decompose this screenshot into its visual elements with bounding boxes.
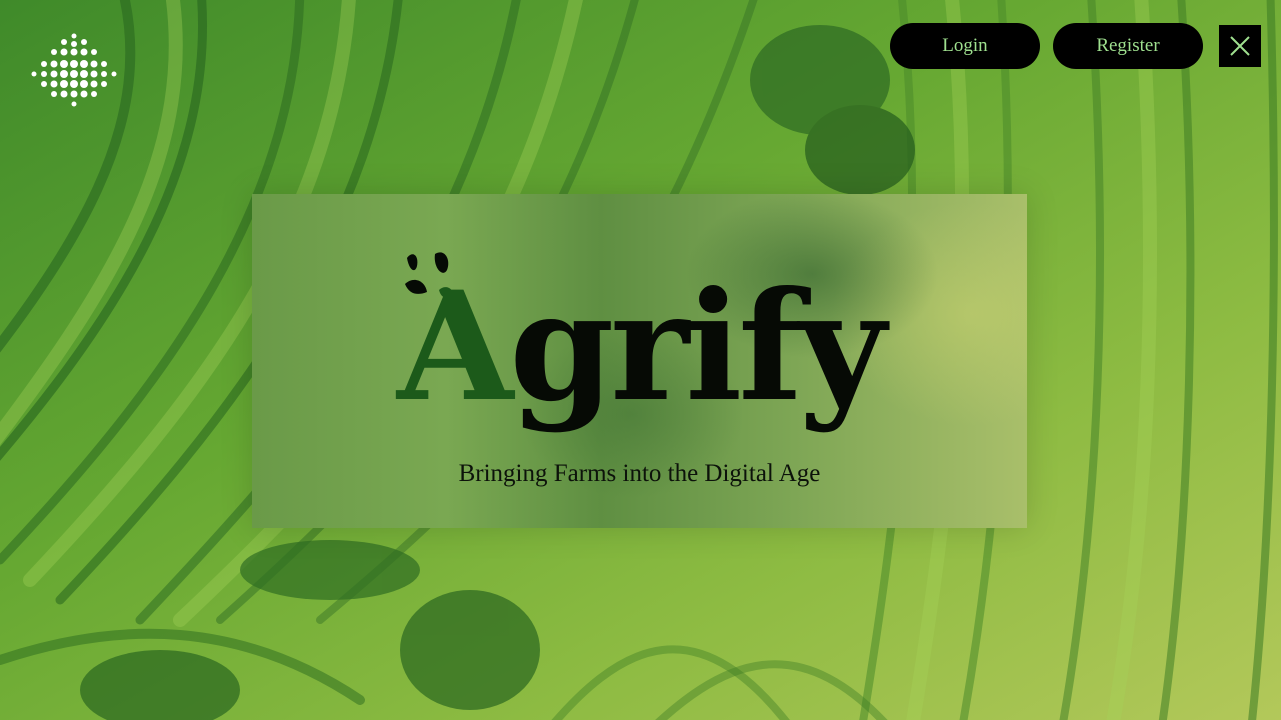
brand-first-letter: A <box>397 259 513 435</box>
brand-rest: grify <box>509 259 886 435</box>
logo-icon[interactable] <box>28 30 120 110</box>
close-icon <box>1230 36 1250 56</box>
hero-panel: Agrify Bringing Farms into the Digital A… <box>252 194 1027 528</box>
tagline: Bringing Farms into the Digital Age <box>458 460 821 487</box>
brand-wordmark: Agrify <box>397 244 897 464</box>
close-button[interactable] <box>1219 25 1261 67</box>
brand-title: Agrify <box>397 272 886 422</box>
register-button[interactable]: Register <box>1053 23 1203 69</box>
login-button[interactable]: Login <box>890 23 1040 69</box>
